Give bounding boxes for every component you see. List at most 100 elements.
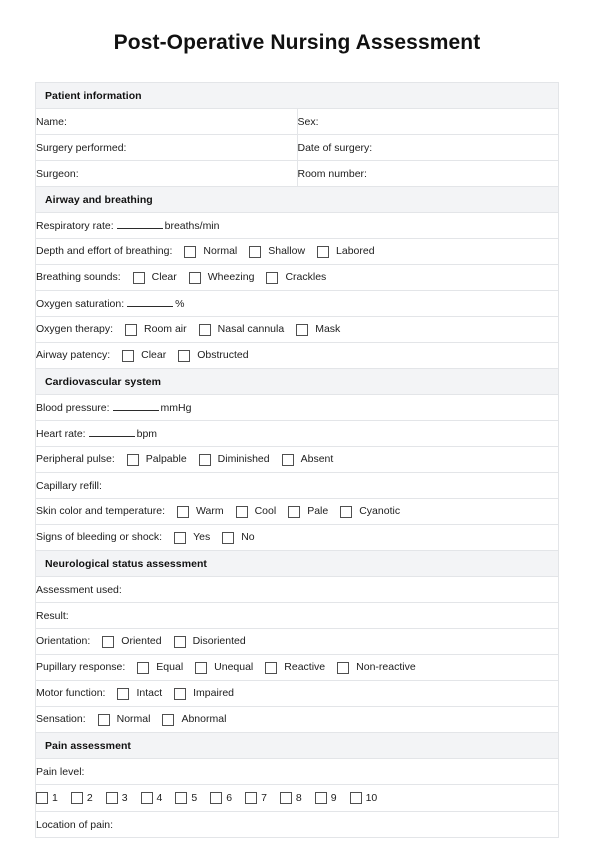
pain-scale-option-1[interactable]: 1 bbox=[36, 792, 58, 805]
option-disoriented[interactable]: Disoriented bbox=[173, 635, 246, 648]
checkbox-shallow[interactable] bbox=[249, 245, 262, 258]
option-mask[interactable]: Mask bbox=[296, 323, 340, 336]
checkbox-abnormal[interactable] bbox=[162, 713, 175, 726]
field-surgery-performed[interactable]: Surgery performed: bbox=[35, 134, 298, 161]
field-result[interactable]: Result: bbox=[35, 602, 559, 629]
checkbox-cyanotic[interactable] bbox=[340, 505, 353, 518]
field-depth-and-effort-of-breathing[interactable]: Depth and effort of breathing: Normal Shal… bbox=[35, 238, 559, 265]
checkbox-clear[interactable] bbox=[132, 271, 145, 284]
checkbox-pain-2[interactable] bbox=[70, 792, 83, 805]
option-clear[interactable]: Clear bbox=[122, 349, 166, 362]
option-normal[interactable]: Normal bbox=[184, 245, 237, 258]
field-oxygen-saturation[interactable]: Oxygen saturation:% bbox=[35, 290, 559, 317]
option-oriented[interactable]: Oriented bbox=[102, 635, 162, 648]
checkbox-pain-10[interactable] bbox=[349, 792, 362, 805]
checkbox-absent[interactable] bbox=[281, 453, 294, 466]
field-pain-level[interactable]: Pain level: bbox=[35, 758, 559, 785]
checkbox-diminished[interactable] bbox=[198, 453, 211, 466]
pain-scale-option-7[interactable]: 7 bbox=[245, 792, 267, 805]
pain-scale-option-10[interactable]: 10 bbox=[349, 792, 377, 805]
field-assessment-used[interactable]: Assessment used: bbox=[35, 576, 559, 603]
pain-scale-option-5[interactable]: 5 bbox=[175, 792, 197, 805]
pain-scale-option-9[interactable]: 9 bbox=[314, 792, 337, 805]
option-wheezing[interactable]: Wheezing bbox=[188, 271, 254, 284]
checkbox-clear[interactable] bbox=[122, 349, 135, 362]
checkbox-intact[interactable] bbox=[117, 687, 130, 700]
field-breathing-sounds[interactable]: Breathing sounds: Clear Wheezing Crackles bbox=[35, 264, 559, 291]
pain-scale-option-8[interactable]: 8 bbox=[279, 792, 302, 805]
option-cool[interactable]: Cool bbox=[235, 505, 276, 518]
field-signs-of-bleeding-or-shock[interactable]: Signs of bleeding or shock: Yes No bbox=[35, 524, 559, 551]
option-impaired[interactable]: Impaired bbox=[174, 687, 234, 700]
option-yes[interactable]: Yes bbox=[174, 531, 210, 544]
field-airway-patency[interactable]: Airway patency: Clear Obstructed bbox=[35, 342, 559, 369]
option-room-air[interactable]: Room air bbox=[125, 323, 187, 336]
option-pale[interactable]: Pale bbox=[288, 505, 328, 518]
option-palpable[interactable]: Palpable bbox=[126, 453, 187, 466]
blank-input-heart-rate[interactable] bbox=[88, 427, 135, 437]
checkbox-cool[interactable] bbox=[235, 505, 248, 518]
checkbox-no[interactable] bbox=[222, 531, 235, 544]
field-pupillary-response[interactable]: Pupillary response: Equal Unequal Reactive N… bbox=[35, 654, 559, 681]
checkbox-pain-4[interactable] bbox=[140, 792, 153, 805]
option-non-reactive[interactable]: Non-reactive bbox=[337, 661, 416, 674]
field-sensation[interactable]: Sensation: Normal Abnormal bbox=[35, 706, 559, 733]
field-respiratory-rate[interactable]: Respiratory rate: breaths/min bbox=[35, 212, 559, 239]
field-room-number[interactable]: Room number: bbox=[296, 160, 559, 187]
option-absent[interactable]: Absent bbox=[281, 453, 333, 466]
checkbox-nasal-cannula[interactable] bbox=[198, 323, 211, 336]
blank-input-oxygen-saturation[interactable] bbox=[127, 297, 174, 307]
checkbox-crackles[interactable] bbox=[266, 271, 279, 284]
checkbox-oriented[interactable] bbox=[102, 635, 115, 648]
checkbox-wheezing[interactable] bbox=[188, 271, 201, 284]
option-labored[interactable]: Labored bbox=[317, 245, 375, 258]
checkbox-pain-1[interactable] bbox=[36, 792, 48, 805]
option-obstructed[interactable]: Obstructed bbox=[178, 349, 249, 362]
option-shallow[interactable]: Shallow bbox=[249, 245, 305, 258]
option-abnormal[interactable]: Abnormal bbox=[162, 713, 226, 726]
option-no[interactable]: No bbox=[222, 531, 255, 544]
field-skin-color-and-temperature[interactable]: Skin color and temperature: Warm Cool Pale C… bbox=[35, 498, 559, 525]
field-surgeon[interactable]: Surgeon: bbox=[35, 160, 298, 187]
option-unequal[interactable]: Unequal bbox=[195, 661, 253, 674]
option-normal[interactable]: Normal bbox=[97, 713, 150, 726]
field-name[interactable]: Name: bbox=[35, 108, 298, 135]
option-cyanotic[interactable]: Cyanotic bbox=[340, 505, 400, 518]
checkbox-pain-6[interactable] bbox=[210, 792, 223, 805]
blank-input-respiratory-rate[interactable] bbox=[116, 219, 163, 229]
pain-scale-option-6[interactable]: 6 bbox=[210, 792, 232, 805]
checkbox-labored[interactable] bbox=[317, 245, 330, 258]
field-peripheral-pulse[interactable]: Peripheral pulse: Palpable Diminished Absen… bbox=[35, 446, 559, 473]
checkbox-room-air[interactable] bbox=[125, 323, 138, 336]
checkbox-reactive[interactable] bbox=[265, 661, 278, 674]
field-motor-function[interactable]: Motor function: Intact Impaired bbox=[35, 680, 559, 707]
checkbox-mask[interactable] bbox=[296, 323, 309, 336]
option-equal[interactable]: Equal bbox=[137, 661, 183, 674]
checkbox-yes[interactable] bbox=[174, 531, 187, 544]
checkbox-warm[interactable] bbox=[176, 505, 189, 518]
checkbox-normal[interactable] bbox=[184, 245, 197, 258]
field-orientation[interactable]: Orientation: Oriented Disoriented bbox=[35, 628, 559, 655]
field-oxygen-therapy[interactable]: Oxygen therapy: Room air Nasal cannula Mask bbox=[35, 316, 559, 343]
checkbox-equal[interactable] bbox=[137, 661, 150, 674]
checkbox-unequal[interactable] bbox=[195, 661, 208, 674]
option-warm[interactable]: Warm bbox=[176, 505, 224, 518]
checkbox-palpable[interactable] bbox=[126, 453, 139, 466]
checkbox-disoriented[interactable] bbox=[173, 635, 186, 648]
field-capillary-refill[interactable]: Capillary refill: bbox=[35, 472, 559, 499]
pain-scale-option-3[interactable]: 3 bbox=[105, 792, 128, 805]
pain-scale-option-2[interactable]: 2 bbox=[70, 792, 93, 805]
field-heart-rate[interactable]: Heart rate: bpm bbox=[35, 420, 559, 447]
option-crackles[interactable]: Crackles bbox=[266, 271, 326, 284]
checkbox-impaired[interactable] bbox=[174, 687, 187, 700]
option-diminished[interactable]: Diminished bbox=[198, 453, 270, 466]
checkbox-pale[interactable] bbox=[288, 505, 301, 518]
checkbox-non-reactive[interactable] bbox=[337, 661, 350, 674]
checkbox-normal[interactable] bbox=[97, 713, 110, 726]
option-clear[interactable]: Clear bbox=[132, 271, 177, 284]
option-reactive[interactable]: Reactive bbox=[265, 661, 325, 674]
option-nasal-cannula[interactable]: Nasal cannula bbox=[198, 323, 284, 336]
checkbox-pain-8[interactable] bbox=[279, 792, 292, 805]
field-date-of-surgery[interactable]: Date of surgery: bbox=[296, 134, 559, 161]
checkbox-pain-7[interactable] bbox=[245, 792, 258, 805]
